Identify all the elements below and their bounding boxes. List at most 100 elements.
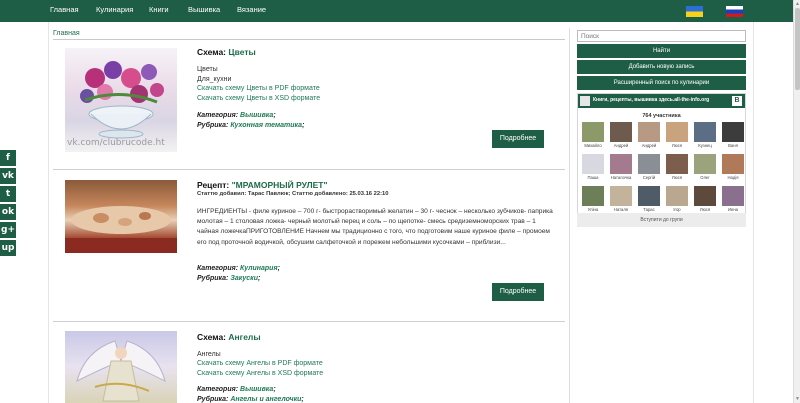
download-pdf-link[interactable]: Скачать схему Ангелы в PDF формате <box>197 360 323 367</box>
post-thumbnail-roll[interactable] <box>65 180 177 253</box>
member-avatar[interactable] <box>722 154 744 174</box>
russian-flag-icon[interactable] <box>726 6 743 17</box>
scroll-up-icon[interactable]: up <box>0 240 16 256</box>
post-title: Схема: Цветы <box>197 47 256 57</box>
post-category: Категория: Кулинария; <box>197 265 280 272</box>
add-entry-button[interactable]: Добавить новую запись <box>577 60 746 74</box>
vk-member[interactable]: Инна <box>722 186 744 212</box>
vk-member[interactable]: Надія <box>722 154 744 180</box>
post-title: Схема: Ангелы <box>197 332 261 342</box>
vk-member[interactable]: Наталя <box>610 186 632 212</box>
post-category: Категория: Вышивка; <box>197 112 276 119</box>
member-avatar[interactable] <box>638 186 660 206</box>
vk-member[interactable]: Кузнец <box>694 122 716 148</box>
vk-member[interactable]: Паша <box>582 154 604 180</box>
breadcrumb[interactable]: Главная <box>53 30 80 37</box>
vk-member[interactable]: Андрей <box>638 122 660 148</box>
read-more-button[interactable]: Подробнее <box>492 283 544 301</box>
nav-link-knitting[interactable]: Вязание <box>237 5 266 14</box>
post-title-link[interactable]: Ангелы <box>228 332 260 342</box>
scrollbar-thumb[interactable] <box>795 8 800 90</box>
member-name: Уліна <box>587 207 599 212</box>
google-plus-share-icon[interactable]: g+ <box>0 222 16 238</box>
member-avatar[interactable] <box>610 186 632 206</box>
post-thumbnail-flowers[interactable]: vk.com/clubrucode.ht <box>65 48 177 152</box>
vk-widget-header[interactable]: Книги, рецепты, вышивка здесь.all-the-in… <box>578 94 745 108</box>
vk-member[interactable]: Люся <box>666 122 688 148</box>
post-title-link[interactable]: Цветы <box>228 47 255 57</box>
vk-member[interactable]: Олег <box>694 154 716 180</box>
scroll-down-arrow-icon[interactable]: ▼ <box>795 396 800 402</box>
member-avatar[interactable] <box>582 122 604 142</box>
category-label: Категория: <box>197 265 239 272</box>
top-navigation-bar: Главная Кулинария Книги Вышивка Вязание <box>0 0 793 22</box>
vk-member[interactable]: Сергій <box>638 154 660 180</box>
member-avatar[interactable] <box>666 154 688 174</box>
facebook-share-icon[interactable]: f <box>0 150 16 166</box>
member-name: Наталочка <box>610 175 632 180</box>
member-avatar[interactable] <box>582 186 604 206</box>
advanced-cooking-search-button[interactable]: Расширенный поиск по кулинарии <box>577 76 746 90</box>
post-byline: Статтю добавил: Тарас Павлюк; Статтю доб… <box>197 191 389 197</box>
vk-member[interactable]: Ваня <box>722 122 744 148</box>
download-pdf-link[interactable]: Скачать схему Цветы в PDF формате <box>197 85 320 92</box>
category-link[interactable]: Кулинария <box>240 265 278 272</box>
download-xsd-link[interactable]: Скачать схему Ангелы в XSD формате <box>197 370 323 377</box>
member-avatar[interactable] <box>694 122 716 142</box>
vk-member[interactable]: Тарас <box>638 186 660 212</box>
member-avatar[interactable] <box>610 122 632 142</box>
category-label: Категория: <box>197 386 239 393</box>
post-line: Ангелы <box>197 351 221 358</box>
page-scrollbar[interactable]: ▲ ▼ <box>793 0 800 403</box>
vk-member[interactable]: Ігор <box>666 186 688 212</box>
vk-member[interactable]: Люся <box>694 186 716 212</box>
vk-member[interactable]: Андрей <box>610 122 632 148</box>
member-name: Люся <box>699 207 711 212</box>
scroll-up-arrow-icon[interactable]: ▲ <box>795 1 800 7</box>
member-avatar[interactable] <box>666 122 688 142</box>
post-excerpt: ИНГРЕДИЕНТЫ - филе куриное – 700 г- быст… <box>197 208 553 246</box>
read-more-button[interactable]: Подробнее <box>492 130 544 148</box>
nav-link-cooking[interactable]: Кулинария <box>96 5 133 14</box>
member-avatar[interactable] <box>582 154 604 174</box>
member-avatar[interactable] <box>610 154 632 174</box>
rubric-link[interactable]: Ангелы и ангелочки <box>230 396 301 403</box>
rubric-link[interactable]: Закуски <box>230 275 258 282</box>
post-rubric: Рубрика: Закуски; <box>197 275 261 282</box>
member-avatar[interactable] <box>694 186 716 206</box>
rubric-link[interactable]: Кухонная тематика <box>230 122 302 129</box>
member-avatar[interactable] <box>666 186 688 206</box>
search-button[interactable]: Найти <box>577 44 746 58</box>
nav-link-embroidery[interactable]: Вышивка <box>188 5 220 14</box>
ukrainian-flag-icon[interactable] <box>686 6 703 17</box>
search-input[interactable] <box>577 30 746 42</box>
member-name: Сергій <box>642 175 656 180</box>
member-avatar[interactable] <box>638 122 660 142</box>
rubric-label: Рубрика: <box>197 122 229 129</box>
post-title-link[interactable]: "МРАМОРНЫЙ РУЛЕТ" <box>232 180 328 190</box>
vk-member[interactable]: Уліна <box>582 186 604 212</box>
member-name: Ігор <box>673 207 681 212</box>
vk-member[interactable]: Михайло <box>582 122 604 148</box>
vk-share-icon[interactable]: vk <box>0 168 16 184</box>
category-link[interactable]: Вышивка <box>240 112 273 119</box>
vk-join-button[interactable]: Вступити до групи <box>577 213 746 227</box>
member-avatar[interactable] <box>722 186 744 206</box>
rubric-label: Рубрика: <box>197 396 229 403</box>
download-xsd-link[interactable]: Скачать схему Цветы в XSD формате <box>197 95 320 102</box>
member-avatar[interactable] <box>694 154 716 174</box>
angel-image-icon <box>76 340 166 402</box>
member-avatar[interactable] <box>722 122 744 142</box>
vk-member[interactable]: Люся <box>666 154 688 180</box>
category-link[interactable]: Вышивка <box>240 386 273 393</box>
nav-link-home[interactable]: Главная <box>50 5 79 14</box>
nav-link-books[interactable]: Книги <box>149 5 169 14</box>
odnoklassniki-share-icon[interactable]: ok <box>0 204 16 220</box>
member-avatar[interactable] <box>638 154 660 174</box>
twitter-share-icon[interactable]: t <box>0 186 16 202</box>
vk-member[interactable]: Наталочка <box>610 154 632 180</box>
meat-roll-image-icon <box>65 206 177 253</box>
post-title: Рецепт: "МРАМОРНЫЙ РУЛЕТ" <box>197 180 327 190</box>
column-divider <box>569 28 570 403</box>
post-thumbnail-angels[interactable] <box>65 331 177 403</box>
